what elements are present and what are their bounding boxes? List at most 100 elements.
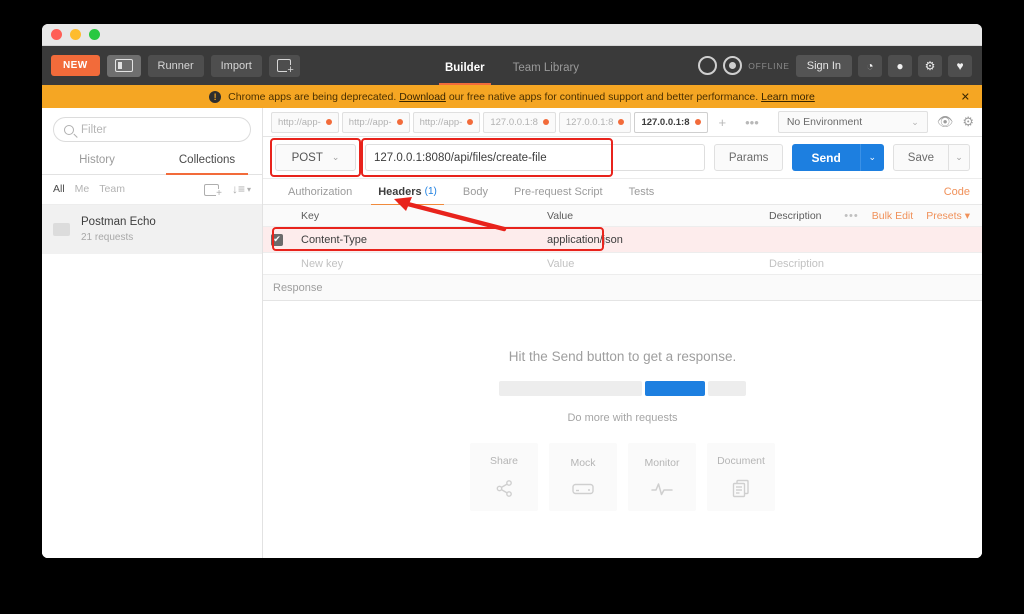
request-tab-5[interactable]: 127.0.0.1:8 — [558, 111, 632, 133]
new-key-input[interactable]: New key — [291, 258, 537, 270]
request-tab-4-label: 127.0.0.1:8 — [490, 116, 538, 128]
card-share[interactable]: Share — [470, 442, 538, 511]
code-link[interactable]: Code — [944, 186, 970, 198]
request-tab-6-label: 127.0.0.1:8 — [641, 116, 690, 128]
new-folder-icon[interactable] — [203, 183, 222, 199]
scope-all[interactable]: All — [53, 183, 65, 195]
header-key-cell[interactable]: Content-Type — [291, 234, 537, 246]
headers-table: Key Value Description ••• Bulk Edit Pres… — [263, 205, 982, 275]
import-button[interactable]: Import — [210, 54, 262, 77]
sidebar-tab-history[interactable]: History — [42, 148, 152, 174]
unsaved-indicator-icon — [694, 119, 701, 125]
search-input[interactable] — [81, 123, 240, 136]
tab-headers[interactable]: Headers (1) — [365, 179, 450, 206]
send-button-group: Send ⌄ — [792, 144, 884, 171]
response-placeholder-bars — [499, 380, 746, 396]
toolbar-left-group: NEW Runner Import — [42, 54, 300, 77]
exclamation-icon: ! — [209, 90, 222, 103]
card-mock[interactable]: Mock — [549, 442, 617, 511]
save-button[interactable]: Save — [892, 144, 949, 171]
card-document[interactable]: Document — [707, 442, 775, 511]
eye-icon[interactable]: 👁 — [937, 114, 954, 130]
wrench-icon[interactable]: ⚙ — [918, 54, 942, 77]
placeholder-bar-left — [499, 380, 642, 396]
environment-select-value: No Environment — [786, 116, 863, 128]
table-row[interactable]: ✔ Content-Type application/json — [263, 227, 982, 253]
window-maximize-button[interactable] — [89, 29, 100, 40]
collection-name: Postman Echo — [81, 216, 156, 228]
window-close-button[interactable] — [51, 29, 62, 40]
banner-download-link[interactable]: Download — [399, 91, 446, 103]
request-url-input[interactable]: 127.0.0.1:8080/api/files/create-file — [361, 138, 705, 177]
more-options-icon[interactable]: ••• — [844, 210, 859, 222]
deprecation-banner: ! Chrome apps are being deprecated. Down… — [42, 85, 982, 108]
tab-authorization[interactable]: Authorization — [275, 179, 365, 205]
tab-overflow-icon[interactable]: ••• — [737, 115, 767, 130]
share-icon — [495, 479, 514, 498]
send-options-caret-icon[interactable]: ⌄ — [859, 144, 884, 171]
add-tab-icon[interactable]: + — [711, 115, 735, 130]
sidebar-filter-wrap — [42, 108, 262, 148]
save-button-group: Save ⌄ — [892, 144, 970, 171]
window-minimize-button[interactable] — [70, 29, 81, 40]
sign-in-button[interactable]: Sign In — [795, 54, 852, 77]
new-window-button[interactable] — [268, 54, 300, 77]
tab-tests[interactable]: Tests — [616, 179, 668, 205]
tab-builder[interactable]: Builder — [431, 62, 499, 85]
sidebar-tab-collections[interactable]: Collections — [152, 148, 262, 175]
header-enabled-checkbox[interactable]: ✔ — [271, 233, 283, 246]
save-options-caret-icon[interactable]: ⌄ — [949, 144, 970, 171]
sidebar-scope-row: All Me Team ↓≡▾ — [42, 175, 262, 205]
placeholder-bar-send — [645, 380, 705, 396]
placeholder-bar-right — [708, 380, 746, 396]
app-toolbar: NEW Runner Import Builder Team Library O… — [42, 46, 982, 85]
tab-headers-count: (1) — [424, 186, 437, 197]
do-more-cards: Share Mock Monitor Document — [470, 442, 775, 511]
scope-me[interactable]: Me — [75, 183, 90, 195]
environment-select[interactable]: No Environment ⌄ — [777, 111, 928, 133]
request-tab-3[interactable]: http://app- — [412, 111, 481, 133]
bell-icon[interactable]: ● — [888, 54, 912, 77]
collection-item-postman-echo[interactable]: Postman Echo 21 requests — [42, 205, 262, 255]
request-tab-1[interactable]: http://app- — [271, 111, 339, 133]
bulk-edit-button[interactable]: Bulk Edit — [872, 210, 913, 222]
header-row-checkbox-cell: ✔ — [263, 233, 291, 246]
scope-team[interactable]: Team — [99, 183, 125, 195]
new-window-icon — [276, 59, 294, 76]
broadcast-icon[interactable] — [698, 56, 718, 75]
new-description-input[interactable]: Description — [759, 258, 982, 270]
sync-circle-icon[interactable] — [723, 56, 743, 75]
do-more-label: Do more with requests — [567, 411, 678, 424]
banner-text-middle: our free native apps for continued suppo… — [448, 90, 759, 103]
request-tab-6[interactable]: 127.0.0.1:8 — [634, 111, 708, 133]
params-button[interactable]: Params — [713, 144, 784, 171]
request-tab-strip: http://app- http://app- http://app- 127.… — [263, 108, 982, 137]
heart-icon[interactable]: ♥ — [948, 54, 972, 77]
compass-icon[interactable]: ◔ — [858, 54, 882, 77]
request-tab-4[interactable]: 127.0.0.1:8 — [483, 111, 556, 133]
request-tab-2[interactable]: http://app- — [341, 111, 410, 133]
send-button[interactable]: Send — [792, 144, 860, 171]
toolbar-right-group: OFFLINE Sign In ◔ ● ⚙ ♥ — [698, 54, 982, 77]
filter-box[interactable] — [53, 117, 251, 142]
response-section-header: Response — [263, 275, 982, 301]
new-value-input[interactable]: Value — [537, 258, 759, 270]
tab-team-library[interactable]: Team Library — [499, 62, 593, 85]
card-monitor[interactable]: Monitor — [628, 442, 696, 511]
header-value-cell[interactable]: application/json — [537, 234, 759, 246]
runner-button[interactable]: Runner — [147, 54, 204, 77]
sidebar-toggle-button[interactable] — [106, 54, 141, 77]
tab-pre-request-script[interactable]: Pre-request Script — [501, 179, 616, 205]
banner-close-icon[interactable]: ✕ — [961, 90, 970, 103]
collection-request-count: 21 requests — [81, 231, 134, 243]
headers-new-row[interactable]: New key Value Description — [263, 253, 982, 275]
banner-learn-more-link[interactable]: Learn more — [761, 91, 815, 103]
chevron-down-icon: ▾ — [964, 209, 970, 222]
tab-body[interactable]: Body — [450, 179, 501, 205]
collection-item-text: Postman Echo 21 requests — [81, 214, 156, 245]
presets-button[interactable]: Presets ▾ — [926, 210, 970, 222]
new-button[interactable]: NEW — [51, 55, 100, 76]
gear-icon[interactable]: ⚙ — [962, 114, 974, 130]
sort-icon[interactable]: ↓≡ ▾ — [232, 182, 251, 196]
http-method-select[interactable]: POST ⌄ — [270, 138, 361, 177]
